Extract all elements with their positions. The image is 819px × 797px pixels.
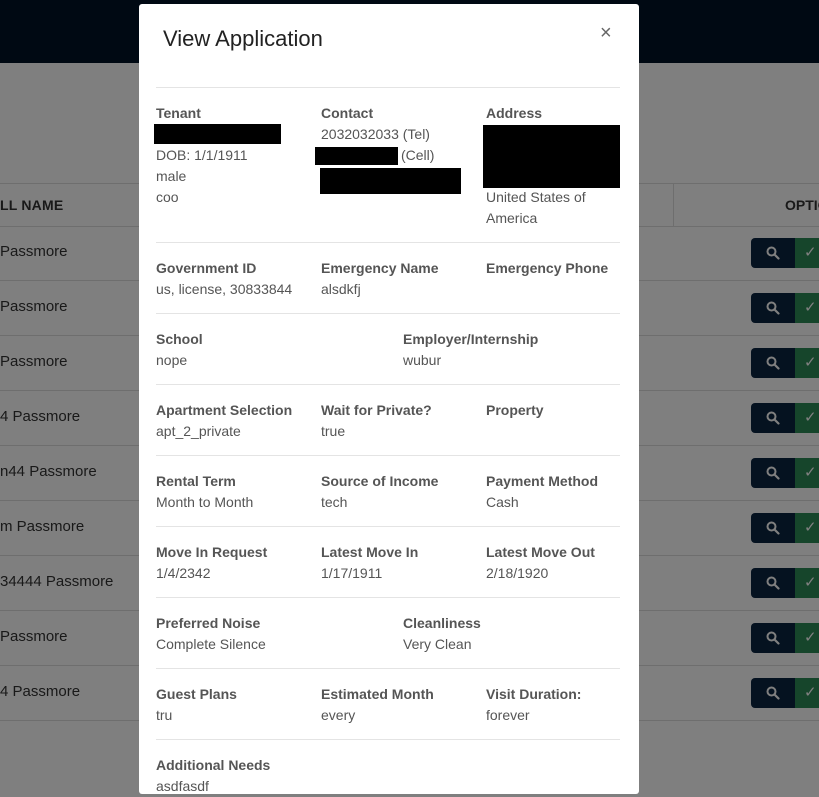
move-in-request-value: 1/4/2342 [156, 565, 211, 581]
tenant-gender: male [156, 168, 187, 184]
divider [156, 313, 620, 314]
payment-method-label: Payment Method [486, 473, 599, 489]
cleanliness-value: Very Clean [403, 636, 472, 652]
redacted-address [483, 125, 620, 188]
latest-move-in-value: 1/17/1911 [321, 565, 383, 581]
divider [156, 526, 620, 527]
government-id-value: us, license, 30833844 [156, 281, 293, 297]
latest-move-out-label: Latest Move Out [486, 544, 595, 560]
divider [156, 597, 620, 598]
government-id-label: Government ID [156, 260, 257, 276]
redacted-email [320, 168, 461, 194]
contact-label: Contact [321, 105, 374, 121]
emergency-name-label: Emergency Name [321, 260, 439, 276]
divider [156, 384, 620, 385]
address-country-line1: United States of [486, 189, 586, 205]
guest-plans-label: Guest Plans [156, 686, 237, 702]
apartment-selection-value: apt_2_private [156, 423, 241, 439]
school-label: School [156, 331, 203, 347]
divider [156, 739, 620, 740]
redacted-cell-number [315, 147, 398, 165]
latest-move-out-value: 2/18/1920 [486, 565, 549, 581]
rental-term-value: Month to Month [156, 494, 254, 510]
employer-value: wubur [403, 352, 442, 368]
apartment-selection-label: Apartment Selection [156, 402, 293, 418]
estimated-month-label: Estimated Month [321, 686, 434, 702]
contact-tel: 2032032033 (Tel) [321, 126, 430, 142]
estimated-month-value: every [321, 707, 356, 723]
employer-label: Employer/Internship [403, 331, 539, 347]
address-country-line2: America [486, 210, 538, 226]
source-of-income-value: tech [321, 494, 348, 510]
school-value: nope [156, 352, 188, 368]
emergency-name-value: alsdkfj [321, 281, 361, 297]
preferred-noise-value: Complete Silence [156, 636, 266, 652]
visit-duration-label: Visit Duration: [486, 686, 582, 702]
source-of-income-label: Source of Income [321, 473, 439, 489]
latest-move-in-label: Latest Move In [321, 544, 419, 560]
guest-plans-value: tru [156, 707, 173, 723]
address-label: Address [486, 105, 543, 121]
view-application-modal: View Application × Tenant DOB: 1/1/1911 … [139, 4, 639, 794]
emergency-phone-label: Emergency Phone [486, 260, 609, 276]
close-icon[interactable]: × [600, 22, 612, 45]
property-label: Property [486, 402, 544, 418]
divider [156, 87, 620, 88]
contact-cell-suffix: (Cell) [401, 147, 435, 163]
tenant-extra: coo [156, 189, 179, 205]
divider [156, 242, 620, 243]
rental-term-label: Rental Term [156, 473, 236, 489]
additional-needs-label: Additional Needs [156, 757, 271, 773]
preferred-noise-label: Preferred Noise [156, 615, 261, 631]
visit-duration-value: forever [486, 707, 530, 723]
move-in-request-label: Move In Request [156, 544, 268, 560]
wait-for-private-label: Wait for Private? [321, 402, 432, 418]
tenant-label: Tenant [156, 105, 201, 121]
divider [156, 455, 620, 456]
payment-method-value: Cash [486, 494, 519, 510]
cleanliness-label: Cleanliness [403, 615, 481, 631]
redacted-tenant-name [154, 124, 281, 144]
wait-for-private-value: true [321, 423, 346, 439]
modal-title: View Application [163, 26, 323, 51]
tenant-dob: DOB: 1/1/1911 [156, 147, 248, 163]
divider [156, 668, 620, 669]
